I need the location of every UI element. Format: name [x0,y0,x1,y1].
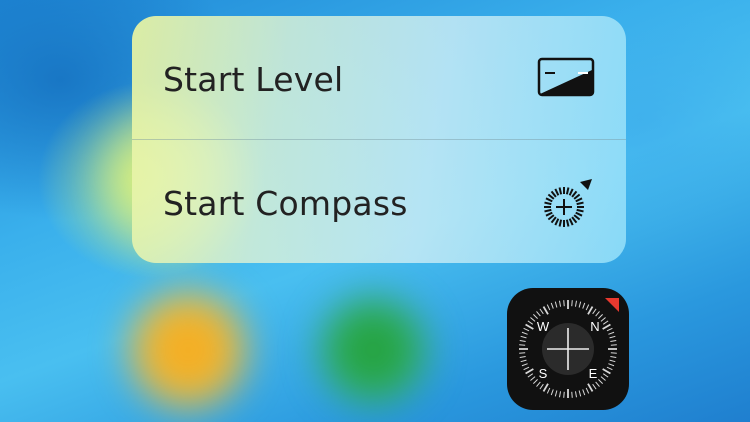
level-icon [536,54,596,104]
cardinal-west: W [537,319,550,334]
cardinal-north: N [590,319,599,334]
cardinal-east: E [589,366,598,381]
blurred-app-icon-orange [128,290,248,410]
quick-actions-menu: Start Level Start Compass [132,16,626,263]
start-level-action[interactable]: Start Level [132,16,626,139]
north-marker [605,298,619,312]
start-compass-action[interactable]: Start Compass [132,140,626,263]
compass-app-icon[interactable]: N W S E [507,288,629,410]
start-compass-label: Start Compass [163,184,408,223]
cardinal-south: S [539,366,548,381]
start-level-label: Start Level [163,60,344,99]
compass-dial-icon [536,174,596,227]
blurred-app-icon-green [318,295,428,405]
